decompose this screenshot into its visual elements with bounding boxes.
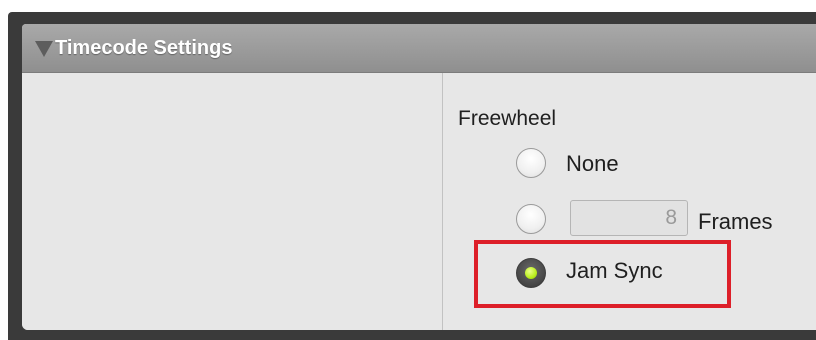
frames-input[interactable]: 8	[570, 200, 688, 236]
radio-none[interactable]	[516, 148, 546, 178]
panel-title: Timecode Settings	[55, 36, 233, 59]
radio-none-label[interactable]: None	[566, 151, 619, 177]
left-column	[22, 73, 442, 330]
triangle-down-icon[interactable]	[35, 41, 53, 57]
panel-header[interactable]: Timecode Settings	[22, 24, 816, 73]
freewheel-label: Freewheel	[458, 107, 557, 130]
radio-frames[interactable]	[516, 204, 546, 234]
highlight-box	[474, 240, 731, 308]
screenshot-frame: Timecode Settings Freewheel None 8 Frame…	[0, 0, 816, 340]
frames-unit-label: Frames	[698, 209, 773, 234]
